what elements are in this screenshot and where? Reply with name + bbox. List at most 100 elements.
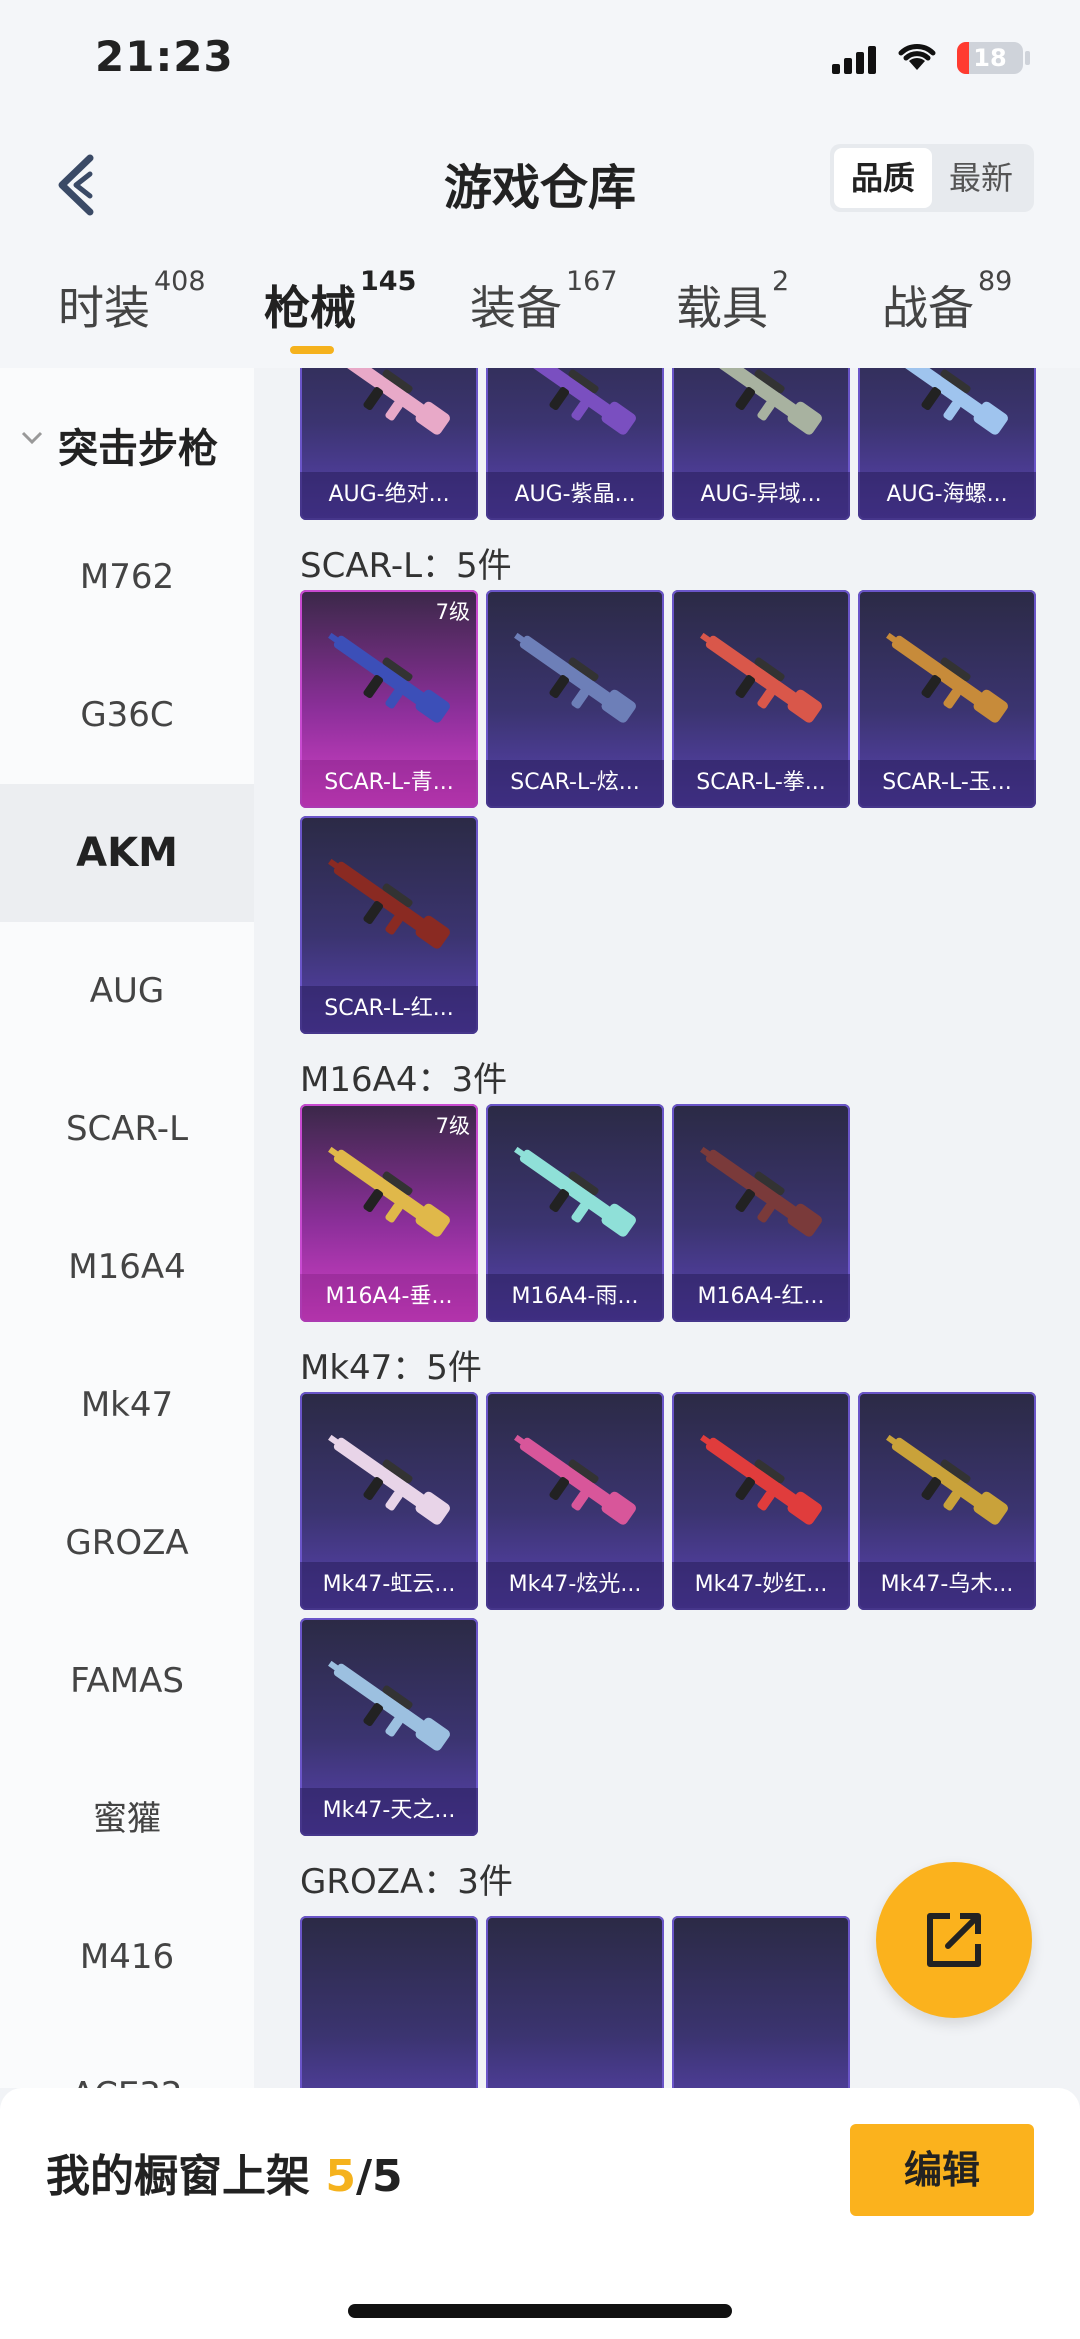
weapon-skin-name: SCAR-L-拳...: [672, 760, 850, 808]
showcase-status: 我的橱窗上架 5/5: [46, 2140, 403, 2204]
section-title: M16A4：3件: [300, 1060, 508, 1100]
weapon-skin-card[interactable]: 7级 SCAR-L-青...: [300, 590, 478, 808]
showcase-bar: 我的橱窗上架 5/5 编辑: [0, 2088, 1080, 2339]
weapon-skin-card[interactable]: M16A4-雨...: [486, 1104, 664, 1322]
sidebar-item-scar-l[interactable]: SCAR-L: [0, 1060, 254, 1198]
weapon-skin-name: AUG-异域...: [672, 472, 850, 520]
weapon-skin-name: Mk47-妙红...: [672, 1562, 850, 1610]
tab-count: 145: [360, 266, 417, 297]
weapon-skin-name: Mk47-乌木...: [858, 1562, 1036, 1610]
active-tab-indicator: [290, 346, 334, 354]
weapon-skin-name: SCAR-L-青...: [300, 760, 478, 808]
weapon-skin-card[interactable]: AUG-异域...: [672, 368, 850, 520]
sidebar-item-m16a4[interactable]: M16A4: [0, 1198, 254, 1336]
weapon-skin-card[interactable]: 7级 M16A4-垂...: [300, 1104, 478, 1322]
weapon-skin-card[interactable]: Mk47-虹云...: [300, 1392, 478, 1610]
category-tabs: 时装 408 枪械 145 装备 167 载具 2 战备 89: [0, 250, 1080, 368]
share-button[interactable]: [876, 1862, 1032, 2018]
sidebar-item-honey-badger[interactable]: 蜜獾: [0, 1750, 254, 1888]
sidebar-item-m762[interactable]: M762: [0, 508, 254, 646]
weapon-skin-image: [514, 1434, 636, 1525]
weapon-skin-image: [705, 368, 822, 435]
showcase-label: 我的橱窗上架: [46, 2151, 310, 2202]
weapon-skin-image: [519, 368, 636, 435]
section-title: Mk47：5件: [300, 1348, 482, 1388]
tab-label: 枪械: [264, 281, 356, 335]
weapon-skin-image: [514, 632, 636, 723]
weapon-skin-card[interactable]: SCAR-L-红...: [300, 816, 478, 1034]
sidebar-item-ace32[interactable]: ACE32: [0, 2026, 254, 2088]
weapon-skin-card[interactable]: Mk47-乌木...: [858, 1392, 1036, 1610]
tab-vehicles[interactable]: 载具 2: [676, 266, 789, 338]
tab-supplies[interactable]: 战备 89: [882, 266, 1012, 338]
chevron-down-icon: [21, 431, 43, 445]
weapon-skin-image: [328, 1434, 450, 1525]
weapon-skin-image: [700, 632, 822, 723]
battery-icon: 18: [957, 42, 1023, 74]
sort-newest-button[interactable]: 最新: [932, 148, 1030, 208]
tab-equipment[interactable]: 装备 167: [470, 266, 618, 338]
weapon-skin-card[interactable]: AUG-海螺...: [858, 368, 1036, 520]
weapon-skin-name: M16A4-垂...: [300, 1274, 478, 1322]
weapon-skin-card[interactable]: Mk47-天之...: [300, 1618, 478, 1836]
battery-level: 18: [973, 44, 1007, 72]
sidebar-item-groza[interactable]: GROZA: [0, 1474, 254, 1612]
weapon-skin-image: [700, 1434, 822, 1525]
level-badge: 7级: [435, 1114, 470, 1138]
weapon-skin-card[interactable]: SCAR-L-玉...: [858, 590, 1036, 808]
weapon-skin-card[interactable]: Mk47-妙红...: [672, 1392, 850, 1610]
status-time: 21:23: [95, 32, 234, 81]
weapon-skin-image: [886, 1434, 1008, 1525]
status-bar: 21:23 18: [0, 0, 1080, 120]
weapon-skin-image: [700, 1146, 822, 1237]
weapon-skin-card[interactable]: AUG-绝对...: [300, 368, 478, 520]
sidebar-item-mk47[interactable]: Mk47: [0, 1336, 254, 1474]
weapon-skin-image: [328, 1660, 450, 1751]
home-indicator: [348, 2304, 732, 2318]
tab-label: 战备: [882, 281, 974, 335]
sidebar-item-m416[interactable]: M416: [0, 1888, 254, 2026]
tab-label: 载具: [676, 281, 768, 335]
tab-count: 89: [978, 266, 1013, 297]
sidebar-group-assault-rifles[interactable]: 突击步枪: [0, 408, 254, 478]
tab-fashion[interactable]: 时装 408: [58, 266, 206, 338]
weapon-skin-image: [891, 368, 1008, 435]
weapon-skin-card[interactable]: M16A4-红...: [672, 1104, 850, 1322]
weapon-skin-card[interactable]: AUG-紫晶...: [486, 368, 664, 520]
sort-quality-button[interactable]: 品质: [834, 148, 932, 208]
showcase-total: /5: [355, 2151, 403, 2202]
signal-icon: [832, 44, 878, 74]
weapon-skin-name: M16A4-红...: [672, 1274, 850, 1322]
weapon-skin-card[interactable]: [300, 1916, 478, 2088]
tab-count: 167: [566, 266, 618, 297]
tab-label: 时装: [58, 281, 150, 335]
weapon-skin-name: SCAR-L-玉...: [858, 760, 1036, 808]
sidebar-group-label: 突击步枪: [58, 426, 218, 472]
sidebar-item-famas[interactable]: FAMAS: [0, 1612, 254, 1750]
sidebar-item-g36c[interactable]: G36C: [0, 646, 254, 784]
tab-firearms[interactable]: 枪械 145: [264, 266, 416, 338]
battery-tip: [1025, 51, 1030, 65]
weapon-skin-name: Mk47-炫光...: [486, 1562, 664, 1610]
sidebar-item-aug[interactable]: AUG: [0, 922, 254, 1060]
sidebar-item-akm[interactable]: AKM: [0, 784, 254, 922]
weapon-skin-image: [886, 632, 1008, 723]
weapon-skin-card[interactable]: Mk47-炫光...: [486, 1392, 664, 1610]
tab-count: 408: [154, 266, 206, 297]
weapon-skin-name: SCAR-L-红...: [300, 986, 478, 1034]
weapon-skin-card[interactable]: SCAR-L-炫...: [486, 590, 664, 808]
weapon-skin-card[interactable]: [672, 1916, 850, 2088]
weapon-skin-card[interactable]: SCAR-L-拳...: [672, 590, 850, 808]
weapon-skin-name: AUG-紫晶...: [486, 472, 664, 520]
edit-button[interactable]: 编辑: [850, 2124, 1034, 2216]
weapon-type-sidebar: 突击步枪 M762 G36C AKM AUG SCAR-L M16A4 Mk47…: [0, 368, 254, 2088]
weapon-skin-image: [328, 1146, 450, 1237]
section-title: SCAR-L：5件: [300, 546, 512, 586]
weapon-skin-image: [333, 368, 450, 435]
tab-label: 装备: [470, 281, 562, 335]
section-title: GROZA：3件: [300, 1862, 513, 1902]
showcase-current: 5: [325, 2151, 356, 2202]
weapon-skin-card[interactable]: [486, 1916, 664, 2088]
sort-toggle: 品质 最新: [830, 144, 1034, 212]
share-icon: [927, 1913, 981, 1967]
